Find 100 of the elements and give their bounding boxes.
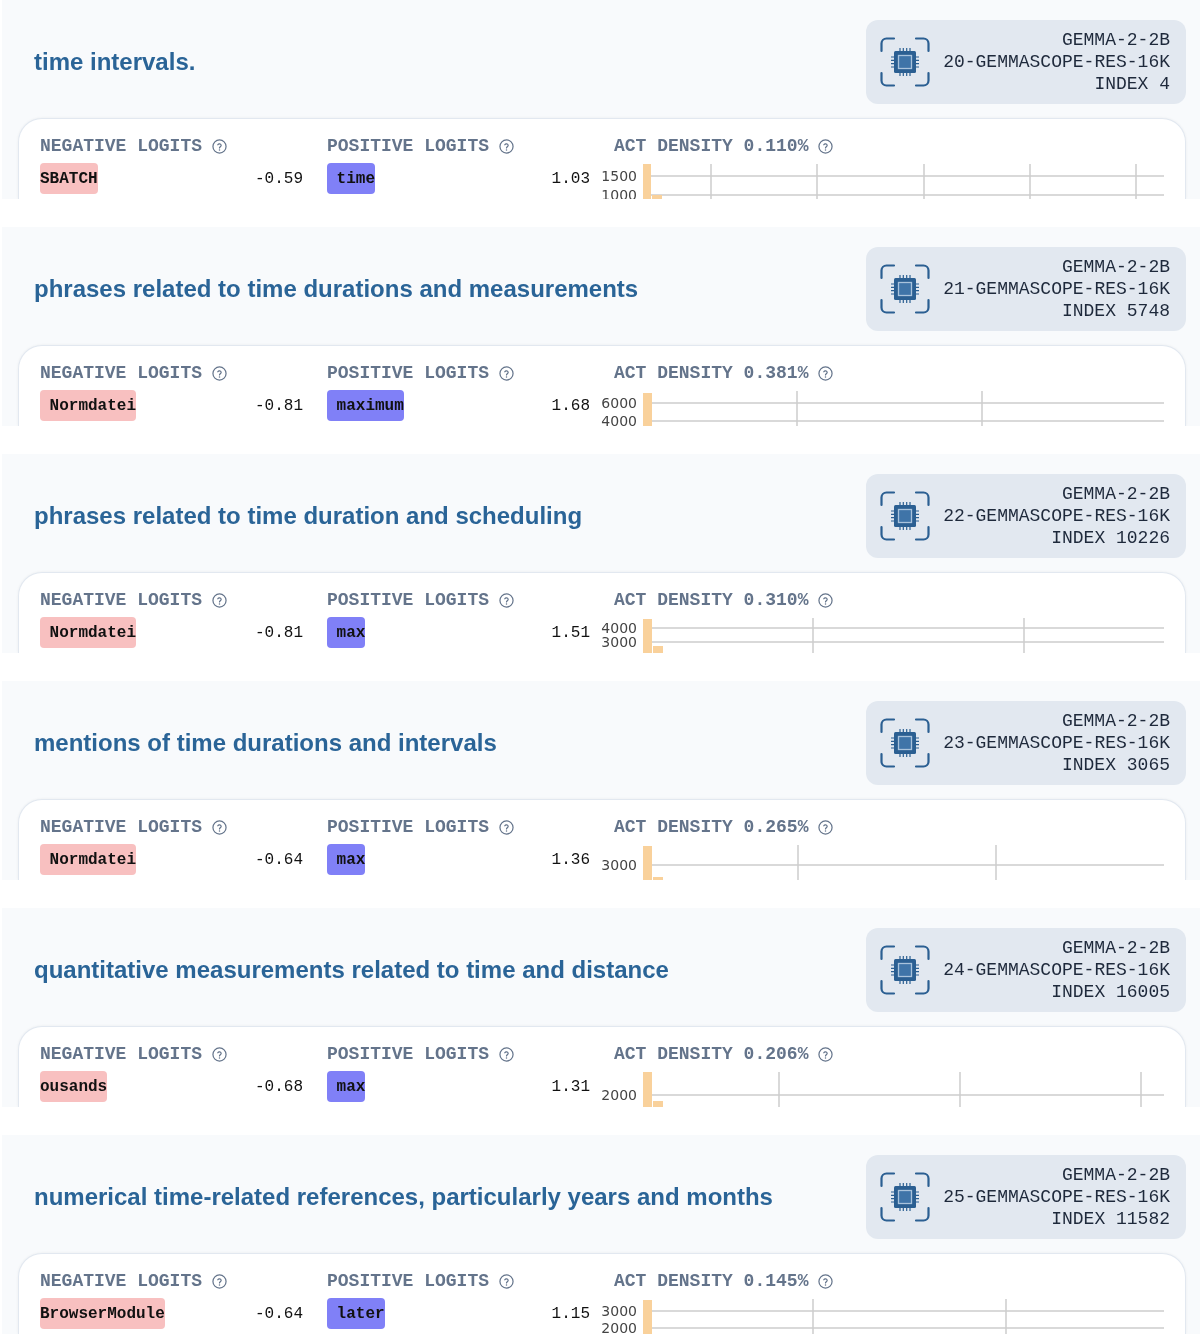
negative-token: Normdatei [40, 844, 136, 875]
y-tick-label: 4000 [601, 620, 637, 636]
logit-value: 1.36 [551, 849, 590, 871]
negative-token: SBATCH [40, 163, 98, 194]
help-icon [499, 819, 515, 835]
feature-title: phrases related to time durations and measurements [34, 274, 639, 304]
column-label: ACT DENSITY 0.310% [614, 590, 809, 610]
histogram-bar [643, 393, 652, 426]
y-tick-label: 3000 [601, 1303, 637, 1319]
column-label: POSITIVE LOGITS [327, 590, 490, 610]
help-icon [818, 365, 834, 381]
column-label: NEGATIVE LOGITS [40, 363, 203, 383]
help-icon [212, 819, 228, 835]
feature-index: INDEX 4 [1094, 73, 1170, 95]
model-name: GEMMA-2-2B [1061, 1164, 1170, 1186]
logit-value: 1.68 [551, 395, 590, 417]
column-label: POSITIVE LOGITS [327, 136, 490, 156]
feature-index: INDEX 16005 [1051, 981, 1170, 1003]
column-label: NEGATIVE LOGITS [40, 136, 203, 156]
model-badge[interactable]: GEMMA-2-2B 22-GEMMASCOPE-RES-16K INDEX 10226 [866, 474, 1186, 558]
help-icon [818, 819, 834, 835]
model-name: GEMMA-2-2B [1061, 937, 1170, 959]
model-badge[interactable]: GEMMA-2-2B 24-GEMMASCOPE-RES-16K INDEX 16005 [866, 928, 1186, 1012]
column-label: ACT DENSITY 0.206% [614, 1044, 809, 1064]
help-icon [499, 592, 515, 608]
help-icon [212, 1273, 228, 1289]
help-icon [818, 592, 834, 608]
logit-value: 1.51 [551, 622, 590, 644]
help-icon [818, 1273, 834, 1289]
help-icon [212, 1046, 228, 1062]
negative-token: Normdatei [40, 390, 136, 421]
histogram-bar [643, 1300, 652, 1334]
model-name: GEMMA-2-2B [1061, 256, 1170, 278]
source-name: 23-GEMMASCOPE-RES-16K [943, 732, 1170, 754]
column-label: NEGATIVE LOGITS [40, 1271, 203, 1291]
cpu-chip-icon [880, 1172, 931, 1222]
y-tick-label: 6000 [601, 395, 637, 411]
y-tick-label: 3000 [601, 857, 637, 873]
feature-title: time intervals. [34, 47, 196, 77]
source-name: 20-GEMMASCOPE-RES-16K [943, 51, 1170, 73]
y-tick-label: 2000 [601, 1087, 637, 1103]
help-icon [818, 138, 834, 154]
logit-value: -0.64 [255, 849, 303, 871]
help-icon [499, 138, 515, 154]
y-tick-label: 2000 [601, 1320, 637, 1334]
model-badge[interactable]: GEMMA-2-2B 23-GEMMASCOPE-RES-16K INDEX 3065 [866, 701, 1186, 785]
model-name: GEMMA-2-2B [1061, 29, 1170, 51]
help-icon [499, 1046, 515, 1062]
y-tick-label: 1500 [601, 168, 637, 184]
source-name: 25-GEMMASCOPE-RES-16K [943, 1186, 1170, 1208]
logit-value: 1.15 [551, 1303, 590, 1325]
negative-token: BrowserModule [40, 1298, 165, 1329]
column-label: POSITIVE LOGITS [327, 1271, 490, 1291]
column-label: POSITIVE LOGITS [327, 363, 490, 383]
feature-index: INDEX 11582 [1051, 1208, 1170, 1230]
column-label: ACT DENSITY 0.381% [614, 363, 809, 383]
positive-token: max [327, 617, 366, 648]
help-icon [499, 1273, 515, 1289]
help-icon [212, 138, 228, 154]
logit-value: -0.59 [255, 168, 303, 190]
cpu-chip-icon [880, 37, 931, 87]
feature-title: quantitative measurements related to time and distance [34, 955, 669, 985]
feature-index: INDEX 3065 [1061, 754, 1170, 776]
source-name: 22-GEMMASCOPE-RES-16K [943, 505, 1170, 527]
feature-title: phrases related to time duration and scheduling [34, 501, 583, 531]
source-name: 24-GEMMASCOPE-RES-16K [943, 959, 1170, 981]
cpu-chip-icon [880, 718, 931, 768]
y-tick-label: 3000 [601, 634, 637, 650]
column-label: POSITIVE LOGITS [327, 1044, 490, 1064]
logit-value: 1.31 [551, 1076, 590, 1098]
cpu-chip-icon [880, 491, 931, 541]
model-badge[interactable]: GEMMA-2-2B 21-GEMMASCOPE-RES-16K INDEX 5748 [866, 247, 1186, 331]
negative-token: ousands [40, 1071, 108, 1102]
feature-index: INDEX 10226 [1051, 527, 1170, 549]
help-icon [212, 365, 228, 381]
cpu-chip-icon [880, 945, 931, 995]
help-icon [818, 1046, 834, 1062]
y-tick-label: 4000 [601, 413, 637, 426]
positive-token: later [327, 1298, 385, 1329]
source-name: 21-GEMMASCOPE-RES-16K [943, 278, 1170, 300]
feature-title: numerical time-related references, particularly years and months [34, 1182, 773, 1212]
model-badge[interactable]: GEMMA-2-2B 25-GEMMASCOPE-RES-16K INDEX 11582 [866, 1155, 1186, 1239]
model-name: GEMMA-2-2B [1061, 483, 1170, 505]
model-name: GEMMA-2-2B [1061, 710, 1170, 732]
positive-token: max [327, 844, 366, 875]
feature-index: INDEX 5748 [1061, 300, 1170, 322]
column-label: NEGATIVE LOGITS [40, 1044, 203, 1064]
logit-value: -0.81 [255, 622, 303, 644]
column-label: NEGATIVE LOGITS [40, 590, 203, 610]
column-label: ACT DENSITY 0.265% [614, 817, 809, 837]
column-label: ACT DENSITY 0.110% [614, 136, 809, 156]
positive-token: maximum [327, 390, 404, 421]
column-label: NEGATIVE LOGITS [40, 817, 203, 837]
feature-title: mentions of time durations and intervals [34, 728, 497, 758]
model-badge[interactable]: GEMMA-2-2B 20-GEMMASCOPE-RES-16K INDEX 4 [866, 20, 1186, 104]
negative-token: Normdatei [40, 617, 136, 648]
positive-token: time [327, 163, 375, 194]
positive-token: max [327, 1071, 366, 1102]
column-label: POSITIVE LOGITS [327, 817, 490, 837]
column-label: ACT DENSITY 0.145% [614, 1271, 809, 1291]
